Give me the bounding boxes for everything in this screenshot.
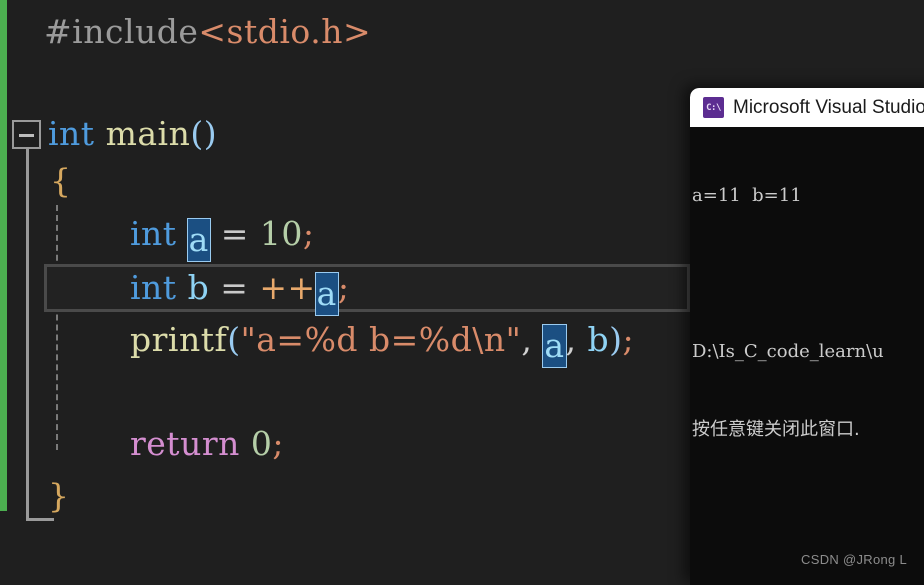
code-line-9[interactable]: return 0; [130,418,284,470]
code-line-5[interactable]: int a = 10; [130,208,315,262]
token-keyword-int: int [48,114,95,153]
token-number-0: 0 [250,424,273,463]
token-keyword-int: int [130,268,177,307]
token-semicolon: ; [622,320,635,359]
token-preprocessor: #include [44,12,199,51]
console-output-area[interactable]: a=11 b=11 D:\Is_C_code_learn\u 按任意键关闭此窗口… [690,127,924,585]
code-line-3[interactable]: int main() [48,108,217,160]
screenshot-root: #include<stdio.h> int main() { int a = 1… [0,0,924,585]
console-titlebar[interactable]: C:\ Microsoft Visual Studio [690,88,924,127]
token-paren-close: ) [203,114,218,153]
console-output-line: 按任意键关闭此窗口. [692,419,860,440]
token-variable-b: b [587,320,610,359]
token-keyword-int: int [130,214,177,253]
code-line-1[interactable]: #include<stdio.h> [44,6,371,58]
token-function-printf: printf [130,320,228,359]
token-semicolon: ; [302,214,315,253]
watermark-label: CSDN @JRong L [801,552,907,567]
token-comma: , [565,320,577,359]
code-line-4[interactable]: { [50,155,72,207]
code-line-10[interactable]: } [48,470,70,522]
token-assign: = [220,214,249,253]
console-output-line: a=11 b=11 [692,185,802,206]
code-line-7[interactable]: printf("a=%d b=%d\n", a, b); [130,314,634,368]
token-paren-open: ( [227,320,241,359]
token-brace-close: } [48,476,70,515]
selected-occurrence-a[interactable]: a [542,324,567,368]
token-include-target: <stdio.h> [198,12,372,51]
console-icon-glyph: C:\ [706,102,721,113]
token-semicolon: ; [272,424,284,463]
code-line-6[interactable]: int b = ++a; [130,262,349,316]
console-window[interactable]: C:\ Microsoft Visual Studio a=11 b=11 D:… [690,88,924,585]
token-comma: , [521,320,533,359]
token-increment-operator: ++ [259,268,316,307]
token-variable-b: b [187,268,210,307]
selected-occurrence-a[interactable]: a [186,218,211,262]
token-semicolon: ; [337,268,350,307]
token-paren-open: ( [190,114,204,153]
token-paren-close: ) [609,320,623,359]
token-assign: = [220,268,249,307]
console-output-line: D:\Is_C_code_learn\u [692,341,884,362]
token-format-string: "a=%d b=%d\n" [240,320,522,359]
selected-occurrence-a[interactable]: a [314,272,339,316]
token-function-main: main [105,114,191,153]
console-window-title: Microsoft Visual Studio [733,96,924,118]
token-number-10: 10 [259,214,303,253]
token-keyword-return: return [130,424,240,463]
token-brace-open: { [50,161,72,200]
console-app-icon: C:\ [703,97,724,118]
